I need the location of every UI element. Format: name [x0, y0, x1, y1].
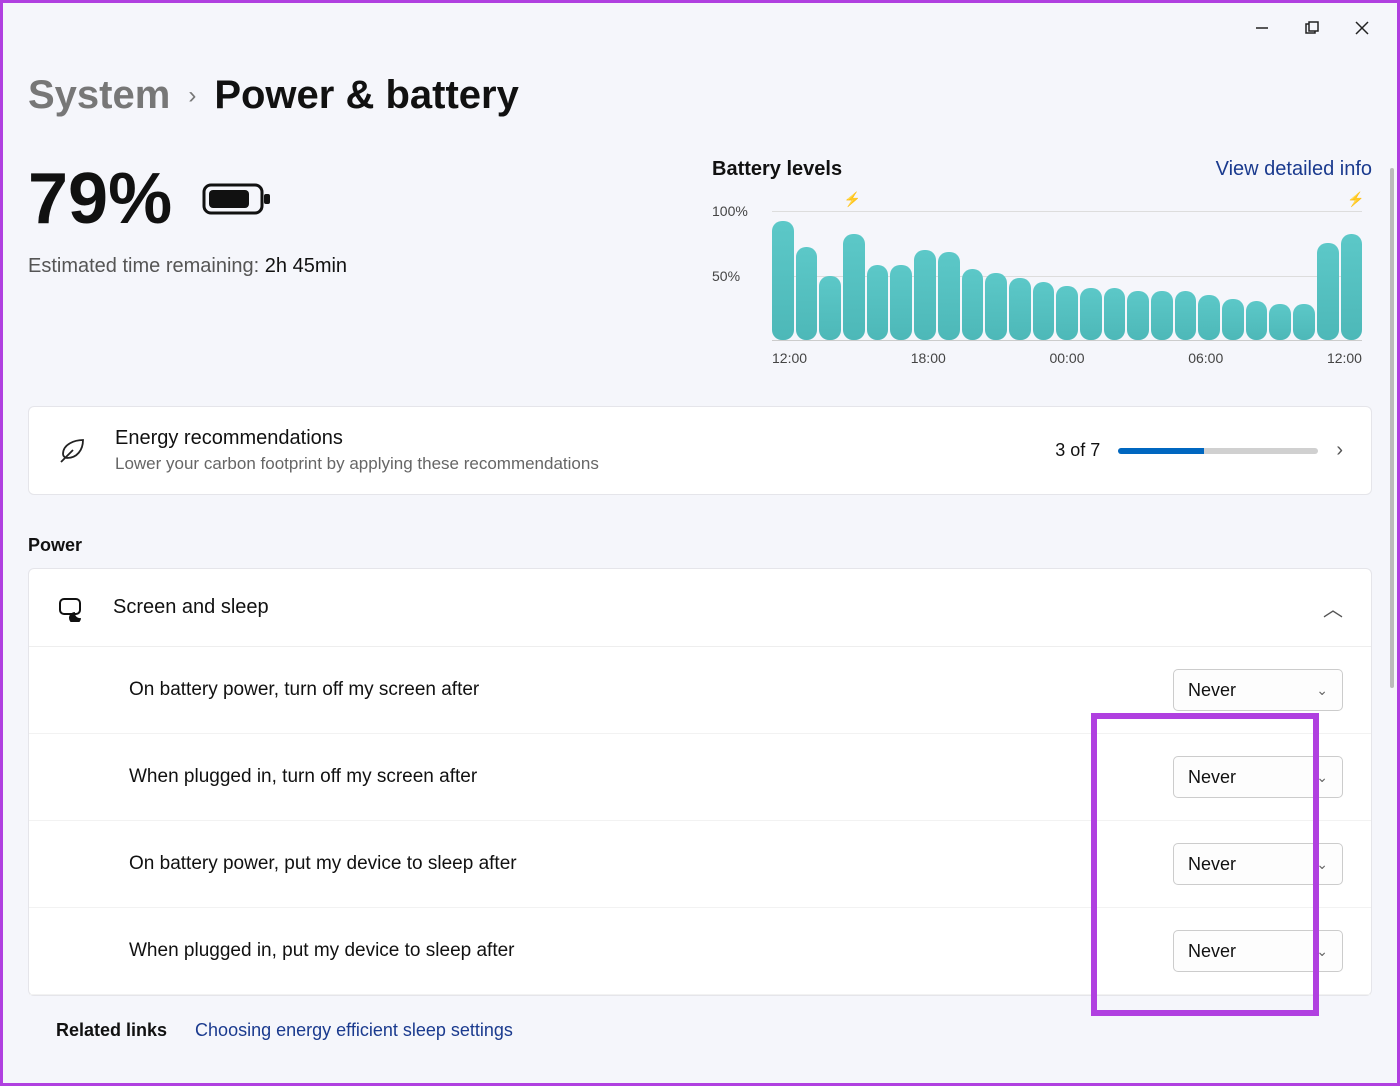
chart-bar — [1009, 278, 1031, 340]
chart-title: Battery levels — [712, 158, 842, 181]
chart-bar — [1341, 234, 1363, 340]
sleep-dropdown[interactable]: Never ⌄ — [1173, 756, 1343, 798]
breadcrumb-parent[interactable]: System — [28, 73, 170, 118]
x-tick: 12:00 — [1327, 350, 1362, 366]
chart-bar — [843, 234, 865, 340]
related-link[interactable]: Choosing energy efficient sleep settings — [195, 1020, 513, 1041]
chart-bar — [1056, 286, 1078, 340]
chart-bar — [1080, 288, 1102, 340]
chart-bar — [1198, 295, 1220, 340]
sleep-dropdown[interactable]: Never ⌄ — [1173, 930, 1343, 972]
sleep-setting-row: On battery power, put my device to sleep… — [29, 821, 1371, 908]
sleep-setting-row: When plugged in, put my device to sleep … — [29, 908, 1371, 995]
power-section-header: Power — [28, 535, 1372, 556]
view-detailed-link[interactable]: View detailed info — [1216, 158, 1372, 181]
dropdown-value: Never — [1188, 680, 1236, 701]
chevron-down-icon: ⌄ — [1316, 856, 1328, 873]
chevron-down-icon: ⌄ — [1316, 943, 1328, 960]
leaf-icon — [57, 436, 87, 466]
sleep-setting-label: When plugged in, turn off my screen afte… — [129, 766, 477, 788]
page-title: Power & battery — [214, 73, 519, 118]
chevron-down-icon: ⌄ — [1316, 769, 1328, 786]
chart-bar — [796, 247, 818, 340]
breadcrumb: System › Power & battery — [28, 73, 1372, 118]
screen-sleep-icon — [57, 594, 85, 622]
screen-sleep-title: Screen and sleep — [113, 596, 1295, 619]
battery-icon — [202, 179, 274, 219]
related-links: Related links Choosing energy efficient … — [28, 996, 1372, 1065]
chart-bar — [819, 276, 841, 341]
chart-bar — [1175, 291, 1197, 340]
window-controls — [1227, 3, 1397, 53]
battery-percent: 79% — [28, 158, 172, 240]
sleep-dropdown[interactable]: Never ⌄ — [1173, 843, 1343, 885]
chart-bar — [1293, 304, 1315, 340]
charging-icon: ⚡ — [1347, 191, 1364, 208]
close-button[interactable] — [1352, 18, 1372, 38]
x-tick: 06:00 — [1188, 350, 1223, 366]
energy-count: 3 of 7 — [1055, 440, 1100, 461]
dropdown-value: Never — [1188, 854, 1236, 875]
chart-bar — [1033, 282, 1055, 340]
chart-bar — [1269, 304, 1291, 340]
energy-recommendations-card[interactable]: Energy recommendations Lower your carbon… — [28, 406, 1372, 495]
chart-bar — [890, 265, 912, 340]
minimize-button[interactable] — [1252, 18, 1272, 38]
scrollbar[interactable] — [1390, 168, 1394, 688]
chevron-up-icon: ︿ — [1323, 593, 1343, 622]
x-tick: 18:00 — [911, 350, 946, 366]
dropdown-value: Never — [1188, 941, 1236, 962]
chart-bar — [1127, 291, 1149, 340]
energy-subtitle: Lower your carbon footprint by applying … — [115, 454, 1027, 474]
sleep-setting-row: When plugged in, turn off my screen afte… — [29, 734, 1371, 821]
energy-title: Energy recommendations — [115, 427, 1027, 450]
chart-bar — [962, 269, 984, 340]
energy-progress — [1118, 448, 1318, 454]
screen-sleep-header[interactable]: Screen and sleep ︿ — [29, 569, 1371, 647]
chart-bar — [985, 273, 1007, 340]
sleep-setting-row: On battery power, turn off my screen aft… — [29, 647, 1371, 734]
chevron-right-icon: › — [1336, 439, 1343, 462]
y-tick: 50% — [712, 268, 740, 284]
sleep-setting-label: On battery power, turn off my screen aft… — [129, 679, 479, 701]
chart-bar — [938, 252, 960, 340]
battery-estimate: Estimated time remaining: 2h 45min — [28, 255, 347, 278]
chart-bar — [1246, 301, 1268, 340]
x-tick: 00:00 — [1049, 350, 1084, 366]
related-label: Related links — [56, 1020, 167, 1041]
chart-bar — [772, 221, 794, 340]
dropdown-value: Never — [1188, 767, 1236, 788]
chart-bar — [914, 250, 936, 340]
chart-bar — [867, 265, 889, 340]
sleep-dropdown[interactable]: Never ⌄ — [1173, 669, 1343, 711]
maximize-button[interactable] — [1302, 18, 1322, 38]
chart-bar — [1151, 291, 1173, 340]
y-tick: 100% — [712, 203, 748, 219]
battery-status: 79% Estimated time remaining: 2h 45min — [28, 158, 347, 278]
sleep-setting-label: On battery power, put my device to sleep… — [129, 853, 517, 875]
screen-sleep-card: Screen and sleep ︿ On battery power, tur… — [28, 568, 1372, 996]
battery-chart: Battery levels View detailed info 100% 5… — [712, 158, 1372, 366]
sleep-setting-label: When plugged in, put my device to sleep … — [129, 940, 515, 962]
chevron-right-icon: › — [188, 82, 196, 110]
chevron-down-icon: ⌄ — [1316, 682, 1328, 699]
x-tick: 12:00 — [772, 350, 807, 366]
charging-icon: ⚡ — [844, 191, 861, 208]
chart-bar — [1317, 243, 1339, 340]
chart-bar — [1222, 299, 1244, 340]
chart-bar — [1104, 288, 1126, 340]
